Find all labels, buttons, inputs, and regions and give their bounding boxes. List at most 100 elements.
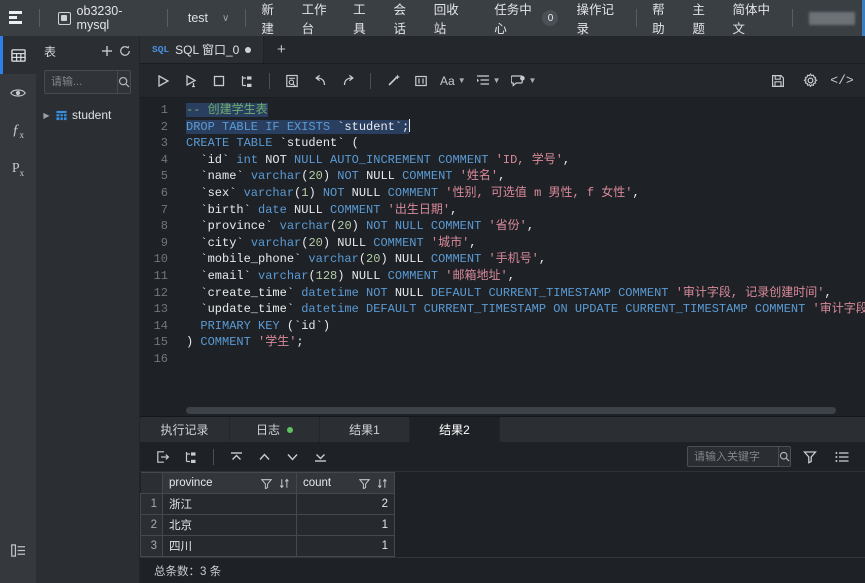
line-number: 3	[140, 135, 168, 152]
code-line[interactable]: `province` varchar(20) NOT NULL COMMENT …	[186, 218, 865, 235]
tab-log[interactable]: 日志	[230, 417, 320, 442]
connection-selector[interactable]: ob3230-mysql	[46, 0, 160, 36]
run-step-button[interactable]	[178, 69, 204, 93]
sidebar-search[interactable]	[44, 70, 131, 94]
code-line[interactable]	[186, 351, 865, 368]
code-line[interactable]: `id` int NOT NULL AUTO_INCREMENT COMMENT…	[186, 152, 865, 169]
tree-item-student[interactable]: ▶ student	[36, 104, 139, 126]
last-row-button[interactable]	[307, 445, 333, 469]
refresh-icon[interactable]	[119, 45, 131, 57]
settings-button[interactable]	[797, 69, 823, 93]
font-case-button[interactable]: Aa ▼	[436, 69, 470, 93]
rail-item-views[interactable]	[0, 74, 36, 112]
cell-count[interactable]: 1	[297, 536, 395, 557]
code-line[interactable]: `create_time` datetime NOT NULL DEFAULT …	[186, 285, 865, 302]
rail-item-procedures[interactable]: Px	[0, 150, 36, 188]
code-lines[interactable]: -- 创建学生表DROP TABLE IF EXISTS `student`;C…	[176, 98, 865, 368]
tab-label: 日志	[256, 421, 280, 438]
table-row[interactable]: 1 浙江 2	[141, 494, 395, 515]
table-row[interactable]: 3 四川 1	[141, 536, 395, 557]
editor-horizontal-scrollbar[interactable]	[186, 407, 836, 414]
indent-button[interactable]: ▼	[472, 69, 505, 93]
cell-count[interactable]: 1	[297, 515, 395, 536]
app-logo-icon[interactable]	[0, 0, 33, 36]
menu-operation-log[interactable]: 操作记录	[567, 0, 630, 36]
menu-workbench[interactable]: 工作台	[293, 0, 344, 36]
search-input[interactable]	[45, 76, 117, 88]
sort-icon[interactable]	[370, 478, 388, 489]
filter-icon[interactable]	[352, 478, 370, 489]
stop-button[interactable]	[206, 69, 232, 93]
run-button[interactable]	[150, 69, 176, 93]
format-doc-button[interactable]	[279, 69, 305, 93]
export-button[interactable]	[150, 445, 176, 469]
menu-tools[interactable]: 工具	[344, 0, 384, 36]
code-line[interactable]: ) COMMENT '学生';	[186, 334, 865, 351]
tab-exec-history[interactable]: 执行记录	[140, 417, 230, 442]
tab-sql-window-0[interactable]: SQL SQL 窗口_0	[140, 36, 264, 63]
code-token: NOT	[366, 286, 395, 300]
rail-item-tables[interactable]	[0, 36, 36, 74]
code-line[interactable]: CREATE TABLE `student` (	[186, 135, 865, 152]
menu-recycle-bin[interactable]: 回收站	[425, 0, 476, 36]
user-avatar[interactable]	[809, 12, 855, 25]
menu-task-center[interactable]: 任务中心 0	[476, 0, 567, 36]
result-search-input[interactable]	[688, 451, 778, 463]
filter-icon[interactable]	[254, 478, 272, 489]
cell-province[interactable]: 浙江	[163, 494, 297, 515]
code-line[interactable]: `update_time` datetime DEFAULT CURRENT_T…	[186, 301, 865, 318]
comment-button[interactable]: ▼	[507, 69, 541, 93]
column-header-province[interactable]: province	[163, 473, 297, 494]
code-line[interactable]: -- 创建学生表	[186, 102, 865, 119]
code-token: 20	[337, 219, 351, 233]
code-line[interactable]: PRIMARY KEY (`id`)	[186, 318, 865, 335]
menu-language[interactable]: 简体中文	[724, 0, 786, 36]
menu-session[interactable]: 会话	[384, 0, 424, 36]
code-line[interactable]: `birth` date NULL COMMENT '出生日期',	[186, 202, 865, 219]
code-line[interactable]: `email` varchar(128) NULL COMMENT '邮箱地址'…	[186, 268, 865, 285]
cell-province[interactable]: 北京	[163, 515, 297, 536]
cell-count[interactable]: 2	[297, 494, 395, 515]
table-row[interactable]: 2 北京 1	[141, 515, 395, 536]
rail-item-functions[interactable]: ƒx	[0, 112, 36, 150]
column-header-count[interactable]: count	[297, 473, 395, 494]
search-icon[interactable]	[778, 447, 790, 466]
sql-editor[interactable]: 1 2 3 4 5 6 7 8 9 10 11 12 13 14	[140, 98, 865, 416]
code-line[interactable]: `name` varchar(20) NOT NULL COMMENT '姓名'…	[186, 168, 865, 185]
expander-icon[interactable]: ▶	[42, 111, 51, 120]
rail-item-panel-toggle[interactable]	[0, 531, 36, 569]
next-row-button[interactable]	[279, 445, 305, 469]
first-row-button[interactable]	[223, 445, 249, 469]
menu-theme[interactable]: 主题	[683, 0, 723, 36]
menu-new[interactable]: 新建	[252, 0, 292, 36]
filter-button[interactable]	[797, 445, 823, 469]
tab-result-1[interactable]: 结果1	[320, 417, 410, 442]
explain-plan-button[interactable]	[234, 69, 260, 93]
prev-row-button[interactable]	[251, 445, 277, 469]
code-line[interactable]: `sex` varchar(1) NOT NULL COMMENT '性别, 可…	[186, 185, 865, 202]
search-icon[interactable]	[117, 71, 130, 93]
new-tab-button[interactable]: +	[264, 36, 298, 63]
code-view-button[interactable]: </>	[829, 69, 855, 93]
snippet-button[interactable]	[408, 69, 434, 93]
sort-icon[interactable]	[272, 478, 290, 489]
tab-result-2[interactable]: 结果2	[410, 417, 500, 442]
cell-province[interactable]: 四川	[163, 536, 297, 557]
undo-button[interactable]	[307, 69, 333, 93]
columns-button[interactable]	[829, 445, 855, 469]
result-search[interactable]	[687, 446, 791, 467]
redo-button[interactable]	[335, 69, 361, 93]
code-line[interactable]: `mobile_phone` varchar(20) NULL COMMENT …	[186, 251, 865, 268]
column-tree-button[interactable]	[178, 445, 204, 469]
code-line[interactable]: `city` varchar(20) NULL COMMENT '城市',	[186, 235, 865, 252]
code-token: ,	[469, 236, 476, 250]
code-line[interactable]: DROP TABLE IF EXISTS `student`;	[186, 119, 865, 136]
main-menu-right: 帮助 主题 简体中文	[643, 0, 786, 36]
chevron-down-icon[interactable]: ∨	[222, 13, 239, 24]
code-token: '审计字段, 记录修改	[813, 302, 865, 316]
beautify-button[interactable]	[380, 69, 406, 93]
menu-help[interactable]: 帮助	[643, 0, 683, 36]
plus-icon[interactable]	[101, 45, 113, 57]
save-button[interactable]	[765, 69, 791, 93]
schema-selector[interactable]: test	[174, 11, 222, 25]
